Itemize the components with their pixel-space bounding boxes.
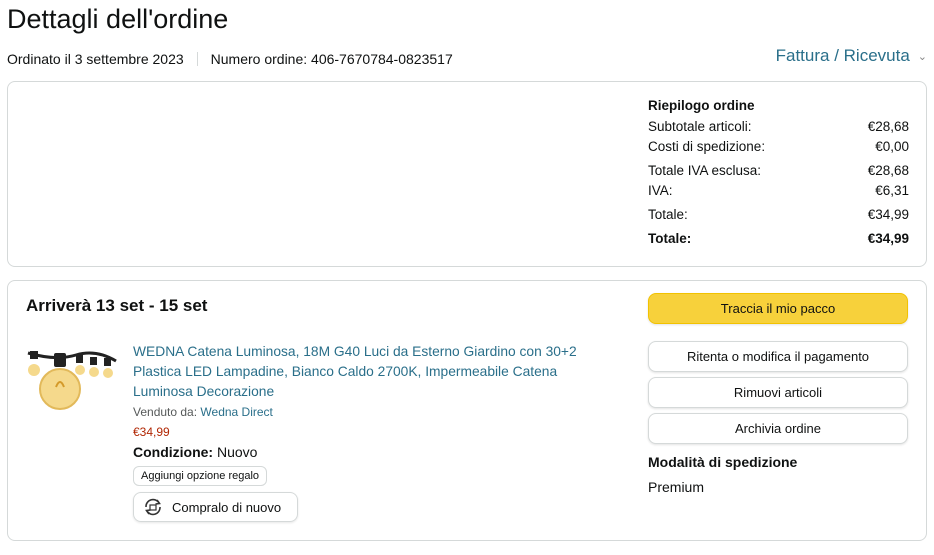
meta-divider bbox=[196, 52, 198, 66]
grand-total-label: Totale: bbox=[648, 231, 692, 246]
summary-label: Totale IVA esclusa: bbox=[648, 163, 762, 178]
shipping-method-value: Premium bbox=[648, 479, 705, 495]
shipping-method-label: Modalità di spedizione bbox=[648, 454, 798, 470]
seller-info: Venduto da: Wedna Direct bbox=[133, 405, 603, 419]
summary-heading: Riepilogo ordine bbox=[648, 98, 755, 113]
invoice-dropdown[interactable]: Fattura / Ricevuta ⌄ bbox=[776, 46, 927, 66]
buy-again-label: Compralo di nuovo bbox=[172, 499, 282, 515]
summary-row: Subtotale articoli: €28,68 bbox=[648, 117, 909, 137]
order-date: Ordinato il 3 settembre 2023 bbox=[7, 51, 184, 67]
order-number: Numero ordine: 406-7670784-0823517 bbox=[210, 51, 453, 67]
summary-label: IVA: bbox=[648, 183, 673, 198]
summary-label: Costi di spedizione: bbox=[648, 139, 766, 154]
order-actions: Traccia il mio pacco Ritenta o modifica … bbox=[648, 293, 909, 495]
invoice-link-label: Fattura / Ricevuta bbox=[775, 46, 910, 65]
product-image[interactable] bbox=[26, 343, 118, 429]
retry-payment-button[interactable]: Ritenta o modifica il pagamento bbox=[648, 341, 908, 372]
page-title: Dettagli dell'ordine bbox=[7, 4, 229, 34]
summary-row: IVA: €6,31 bbox=[648, 181, 909, 201]
arrival-estimate: Arriverà 13 set - 15 set bbox=[26, 296, 208, 315]
summary-row: Costi di spedizione: €0,00 bbox=[648, 137, 909, 157]
track-package-button[interactable]: Traccia il mio pacco bbox=[648, 293, 908, 324]
summary-value: €28,68 bbox=[867, 119, 909, 134]
product-details: WEDNA Catena Luminosa, 18M G40 Luci da E… bbox=[133, 342, 603, 522]
summary-label: Subtotale articoli: bbox=[648, 119, 752, 134]
order-summary: Riepilogo ordine Subtotale articoli: €28… bbox=[648, 98, 909, 249]
summary-label: Totale: bbox=[648, 207, 688, 222]
archive-order-button[interactable]: Archivia ordine bbox=[648, 413, 908, 444]
summary-row: Totale IVA esclusa: €28,68 bbox=[648, 161, 909, 181]
summary-row: Totale: €34,99 bbox=[648, 205, 909, 225]
string-lights-icon bbox=[27, 351, 117, 410]
summary-value: €34,99 bbox=[867, 207, 909, 222]
condition-value: Nuovo bbox=[217, 444, 258, 460]
summary-value: €28,68 bbox=[867, 163, 909, 178]
summary-grand-total: Totale: €34,99 bbox=[648, 229, 909, 249]
product-title-link[interactable]: WEDNA Catena Luminosa, 18M G40 Luci da E… bbox=[133, 342, 603, 402]
grand-total-value: €34,99 bbox=[867, 231, 909, 246]
condition-label: Condizione: bbox=[133, 444, 214, 460]
remove-items-button[interactable]: Rimuovi articoli bbox=[648, 377, 908, 408]
product-condition: Condizione: Nuovo bbox=[133, 444, 603, 460]
seller-prefix: Venduto da: bbox=[133, 405, 198, 419]
buy-again-icon bbox=[145, 498, 161, 516]
order-summary-card: Riepilogo ordine Subtotale articoli: €28… bbox=[7, 81, 927, 267]
buy-again-button[interactable]: Compralo di nuovo bbox=[133, 492, 298, 522]
product-price: €34,99 bbox=[133, 425, 170, 439]
add-gift-option-button[interactable]: Aggiungi opzione regalo bbox=[133, 466, 268, 486]
seller-link[interactable]: Wedna Direct bbox=[200, 405, 272, 419]
order-meta: Ordinato il 3 settembre 2023 Numero ordi… bbox=[7, 51, 453, 67]
summary-value: €0,00 bbox=[875, 139, 909, 154]
shipment-card: Arriverà 13 set - 15 set WEDNA Catena Lu… bbox=[7, 280, 927, 541]
summary-value: €6,31 bbox=[875, 183, 909, 198]
chevron-down-icon: ⌄ bbox=[917, 50, 927, 63]
